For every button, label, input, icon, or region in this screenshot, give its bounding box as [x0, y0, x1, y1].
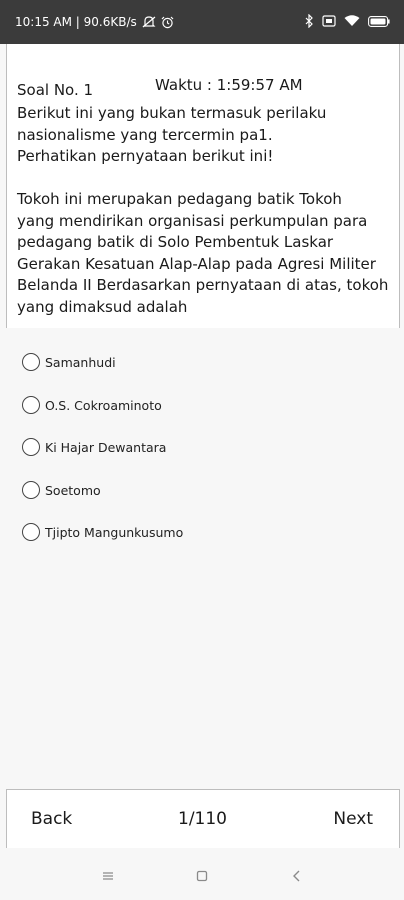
page-indicator: 1/110	[178, 809, 227, 829]
next-button[interactable]: Next	[333, 809, 373, 829]
status-left: 10:15 AM | 90.6KB/s	[15, 15, 174, 29]
option-c[interactable]: Ki Hajar Dewantara	[22, 433, 166, 461]
question-number: Soal No. 1	[17, 81, 94, 99]
alarm-icon	[161, 16, 174, 29]
wifi-icon	[344, 15, 360, 27]
back-button[interactable]: Back	[31, 809, 72, 829]
radio-button[interactable]	[22, 523, 40, 541]
radio-button[interactable]	[22, 396, 40, 414]
option-d[interactable]: Soetomo	[22, 476, 101, 504]
radio-button[interactable]	[22, 438, 40, 456]
bluetooth-icon	[305, 14, 314, 28]
back-icon[interactable]	[287, 866, 307, 886]
system-navigation-bar	[0, 848, 404, 900]
bottom-navigation: Back 1/110 Next	[6, 789, 400, 848]
option-label: Ki Hajar Dewantara	[45, 439, 167, 455]
battery-icon	[368, 15, 390, 27]
sim-icon	[322, 15, 336, 27]
radio-button[interactable]	[22, 353, 40, 371]
option-label: Tjipto Mangunkusumo	[45, 524, 184, 540]
radio-button[interactable]	[22, 481, 40, 499]
option-label: O.S. Cokroaminoto	[45, 397, 162, 413]
status-right	[305, 14, 390, 28]
option-label: Soetomo	[45, 482, 101, 498]
muted-notification-icon	[142, 16, 156, 28]
option-a[interactable]: Samanhudi	[22, 348, 116, 376]
home-icon[interactable]	[192, 866, 212, 886]
option-e[interactable]: Tjipto Mangunkusumo	[22, 518, 183, 546]
menu-icon[interactable]	[98, 866, 118, 886]
question-card: Soal No. 1 Waktu : 1:59:57 AM Berikut in…	[6, 44, 400, 328]
option-label: Samanhudi	[45, 354, 116, 370]
status-bar: 10:15 AM | 90.6KB/s	[0, 0, 404, 44]
timer: Waktu : 1:59:57 AM	[155, 76, 303, 94]
option-b[interactable]: O.S. Cokroaminoto	[22, 391, 162, 419]
status-text: 10:15 AM | 90.6KB/s	[15, 15, 137, 29]
question-text: Berikut ini yang bukan termasuk perilaku…	[17, 104, 389, 316]
